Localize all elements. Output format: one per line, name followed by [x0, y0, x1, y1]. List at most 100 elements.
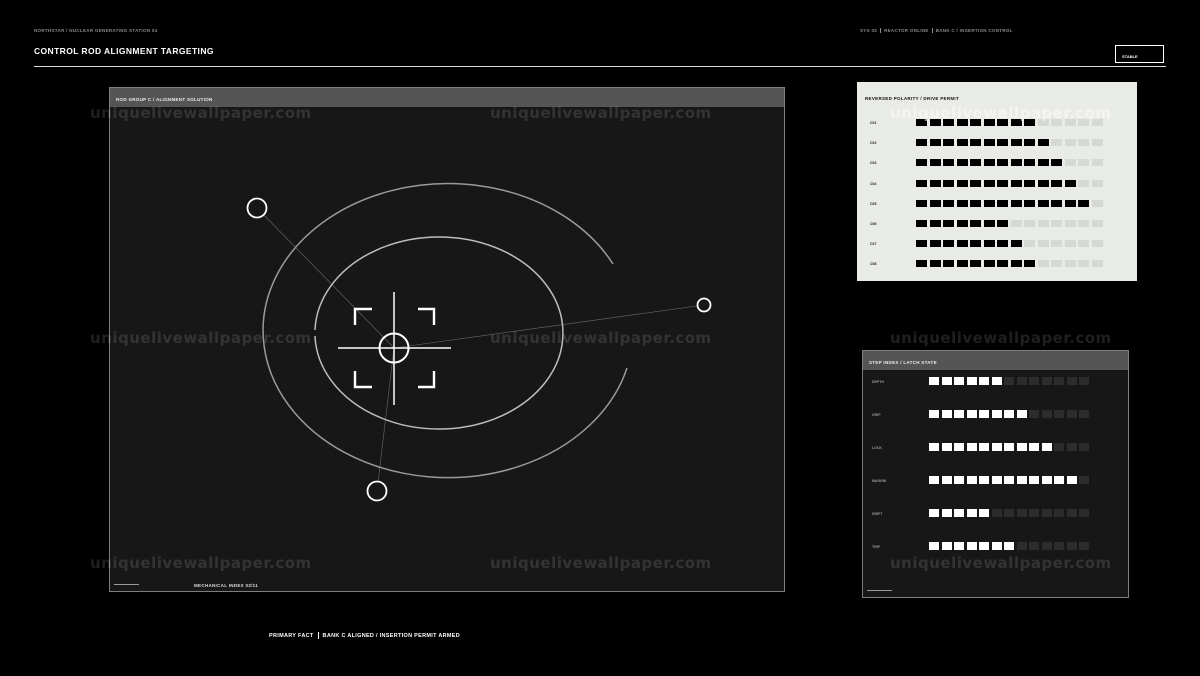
- gauge-cell-on: [1051, 159, 1062, 167]
- gauge-cell-off: [1079, 476, 1089, 484]
- gauge-cell-on: [1041, 443, 1052, 451]
- gauge-cell-off: [1091, 240, 1103, 248]
- gauge-cells: [916, 199, 1103, 207]
- inner-ring: [314, 236, 564, 430]
- gauge-cell-on: [1029, 443, 1039, 451]
- gauge-cell-on: [991, 542, 1002, 550]
- gauge-cell-off: [1066, 410, 1077, 418]
- gauge-row: DEPTH: [863, 377, 1130, 386]
- gauge-cell-on: [983, 199, 995, 207]
- gauge-cells: [929, 509, 1089, 517]
- gauge-row: C06: [857, 220, 1137, 228]
- gauge-cell-on: [916, 179, 927, 187]
- gauge-cell-on: [997, 260, 1008, 268]
- gauge-cell-off: [1029, 410, 1039, 418]
- gauge-cell-on: [954, 410, 964, 418]
- gauge-cell-off: [1016, 377, 1027, 385]
- gauge-cell-on: [1004, 476, 1014, 484]
- gauge-cell-off: [1078, 240, 1089, 248]
- gauge-cell-on: [941, 509, 952, 517]
- target-marker-icon[interactable]: [246, 197, 268, 219]
- gauge-row-label: C06: [870, 222, 877, 226]
- gauge-row-label: TRIP: [872, 545, 880, 549]
- gauge-cell-on: [929, 377, 939, 385]
- gauge-row-label: MARGIN: [872, 479, 887, 483]
- gauge-cells: [916, 119, 1103, 126]
- status-item: REACTOR ONLINE: [884, 28, 929, 33]
- gauge-cell-on: [966, 509, 977, 517]
- primary-fact: PRIMARY FACT BANK C ALIGNED / INSERTION P…: [269, 632, 460, 639]
- gauge-cell-on: [1010, 139, 1022, 147]
- gauge-cell-off: [1091, 159, 1103, 167]
- gauge-cell-on: [941, 542, 952, 550]
- gauge-cell-off: [1054, 377, 1064, 385]
- gauge-cell-on: [943, 240, 954, 248]
- gauge-cell-on: [943, 220, 954, 227]
- gauge-cell-on: [956, 119, 968, 126]
- gauge-cell-on: [1037, 139, 1049, 147]
- gauge-cell-off: [1041, 542, 1052, 550]
- gauge-cell-off: [1064, 139, 1076, 147]
- gauge-cell-on: [916, 240, 927, 248]
- gauge-cell-on: [916, 159, 927, 167]
- gauge-cell-on: [916, 220, 927, 227]
- gauge-cell-on: [970, 159, 981, 167]
- gauge-cell-on: [997, 199, 1008, 207]
- targeting-scope[interactable]: [110, 106, 784, 590]
- gauge-cell-on: [1010, 179, 1022, 187]
- gauge-cell-on: [943, 260, 954, 268]
- gauge-cell-off: [1066, 377, 1077, 385]
- gauge-cell-off: [1091, 119, 1103, 126]
- gauge-cell-on: [979, 377, 989, 385]
- gauge-cell-on: [1024, 159, 1035, 167]
- gauge-cell-on: [956, 240, 968, 248]
- gauge-cells: [916, 240, 1103, 248]
- primary-fact-detail: BANK C ALIGNED / INSERTION PERMIT ARMED: [322, 632, 461, 639]
- gauge-cell-on: [916, 139, 927, 147]
- gauge-cell-on: [929, 542, 939, 550]
- gauge-cell-on: [1016, 476, 1027, 484]
- gauge-row: C02: [857, 139, 1137, 147]
- gauge-cell-on: [970, 240, 981, 248]
- target-marker-icon[interactable]: [696, 297, 712, 313]
- gauge-cell-on: [929, 410, 939, 418]
- gauge-row: C03: [857, 159, 1137, 167]
- gauge-cell-off: [1091, 179, 1103, 187]
- gauge-cell-off: [1037, 119, 1049, 126]
- gauge-cell-on: [1010, 119, 1022, 126]
- gauge-cell-on: [941, 410, 952, 418]
- gauge-cell-on: [929, 260, 941, 268]
- gauge-cell-off: [1029, 509, 1039, 517]
- gauge-cell-off: [1051, 119, 1062, 126]
- gauge-cell-off: [1037, 260, 1049, 268]
- gauge-cell-on: [1010, 240, 1022, 248]
- gauge-cell-on: [956, 260, 968, 268]
- gauge-cells: [916, 159, 1103, 167]
- target-marker-icon[interactable]: [366, 480, 388, 502]
- gauge-cell-on: [966, 377, 977, 385]
- gauge-cell-on: [943, 159, 954, 167]
- gauge-row-label: C04: [870, 181, 877, 186]
- gauge-cell-off: [1078, 139, 1089, 147]
- gauge-row: C05: [857, 199, 1137, 208]
- gauge-cell-on: [991, 410, 1002, 418]
- gauge-cells: [929, 443, 1089, 451]
- gauge-row: C01: [857, 119, 1137, 127]
- gauge-row-label: GRIP: [872, 413, 881, 417]
- gauge-cell-on: [929, 139, 941, 147]
- gauge-cell-off: [1079, 410, 1089, 418]
- crosshair-icon[interactable]: [338, 292, 451, 405]
- gauge-cell-on: [1024, 199, 1035, 207]
- gauge-cell-off: [1029, 542, 1039, 550]
- breadcrumb: NORTHSTAR / NUCLEAR GENERATING STATION 0…: [34, 28, 158, 33]
- system-status: SYS 02 REACTOR ONLINE BANK C / INSERTION C…: [860, 28, 1013, 34]
- gauge-cell-on: [929, 119, 941, 126]
- gauge-cell-off: [1054, 509, 1064, 517]
- gauge-cell-off: [1041, 377, 1052, 385]
- stable-badge[interactable]: STABLE: [1115, 45, 1164, 63]
- gauge-cells: [929, 542, 1089, 550]
- gauge-cells: [929, 410, 1089, 418]
- gauge-cell-on: [970, 119, 981, 126]
- gauge-cell-on: [941, 377, 952, 385]
- gauge-cell-off: [1054, 443, 1064, 451]
